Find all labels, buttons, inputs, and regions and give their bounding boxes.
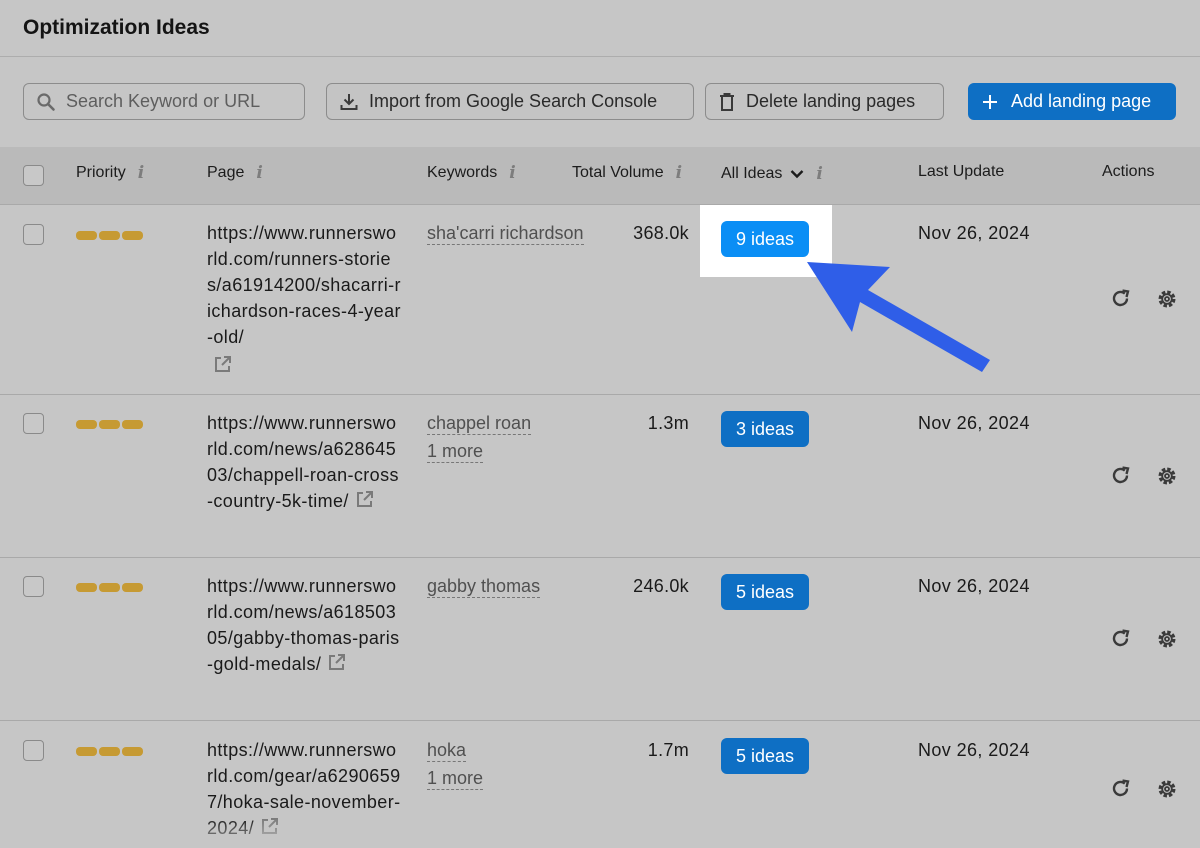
search-icon xyxy=(37,92,55,111)
gear-icon[interactable] xyxy=(1156,778,1178,800)
table-row: https://www.runnersworld.com/news/a62864… xyxy=(0,395,1200,558)
row-checkbox[interactable] xyxy=(23,413,44,434)
add-landing-page-button[interactable]: Add landing page xyxy=(968,83,1176,120)
column-volume-label: Total Volume xyxy=(572,164,664,181)
table-row: https://www.runnersworld.com/runners-sto… xyxy=(0,205,1200,395)
ideas-button[interactable]: 5 ideas xyxy=(721,574,809,610)
page-url[interactable]: https://www.runnersworld.com/news/a61850… xyxy=(207,576,400,674)
priority-indicator xyxy=(76,231,143,240)
total-volume: 246.0k xyxy=(633,576,689,596)
external-link-icon[interactable] xyxy=(327,652,347,672)
keywords-cell: hoka 1 more xyxy=(427,737,484,791)
info-icon[interactable]: i xyxy=(138,163,144,183)
import-button-label: Import from Google Search Console xyxy=(369,91,658,111)
download-icon xyxy=(340,93,358,110)
total-volume: 1.3m xyxy=(647,413,689,433)
column-actions: Actions xyxy=(1102,163,1154,181)
delete-landing-pages-button[interactable]: Delete landing pages xyxy=(705,83,944,120)
table-row: https://www.runnersworld.com/news/a61850… xyxy=(0,558,1200,721)
priority-indicator xyxy=(76,420,143,429)
refresh-icon[interactable] xyxy=(1110,628,1132,650)
title-bar: Optimization Ideas xyxy=(0,0,1200,57)
table-row: https://www.runnersworld.com/gear/a62906… xyxy=(0,721,1200,848)
delete-button-label: Delete landing pages xyxy=(746,91,916,111)
page-url-cell: https://www.runnersworld.com/news/a62864… xyxy=(207,410,402,514)
external-link-icon[interactable] xyxy=(355,489,375,509)
page-title: Optimization Ideas xyxy=(23,16,210,39)
refresh-icon[interactable] xyxy=(1110,778,1132,800)
more-keywords-link[interactable]: 1 more xyxy=(427,440,484,463)
keyword-link[interactable]: chappel roan xyxy=(427,412,532,435)
column-ideas-label: All Ideas xyxy=(721,165,783,182)
keyword-link[interactable]: sha'carri richardson xyxy=(427,222,584,245)
table-header: Priority i Page i Keywords i Total Volum… xyxy=(0,147,1200,205)
column-page[interactable]: Page i xyxy=(207,163,263,183)
trash-icon xyxy=(720,92,734,111)
info-icon[interactable]: i xyxy=(816,164,822,184)
ideas-button[interactable]: 3 ideas xyxy=(721,411,809,447)
column-priority[interactable]: Priority i xyxy=(76,163,144,183)
priority-indicator xyxy=(76,583,143,592)
toolbar: Import from Google Search Console Delete… xyxy=(0,57,1200,147)
bottom-fade xyxy=(200,818,400,848)
total-volume: 368.0k xyxy=(633,223,689,243)
gear-icon[interactable] xyxy=(1156,628,1178,650)
page-url-cell: https://www.runnersworld.com/news/a61850… xyxy=(207,573,402,677)
info-icon[interactable]: i xyxy=(676,163,682,183)
column-last-update-label: Last Update xyxy=(918,163,1005,180)
external-link-icon[interactable] xyxy=(213,354,233,374)
page-url[interactable]: https://www.runnersworld.com/runners-sto… xyxy=(207,223,401,347)
search-box[interactable] xyxy=(23,83,305,120)
total-volume: 1.7m xyxy=(647,740,689,760)
search-input[interactable] xyxy=(66,91,286,112)
column-page-label: Page xyxy=(207,164,245,181)
chevron-down-icon[interactable] xyxy=(790,169,804,179)
keyword-link[interactable]: gabby thomas xyxy=(427,575,541,598)
ideas-button[interactable]: 9 ideas xyxy=(721,221,809,257)
more-keywords-link[interactable]: 1 more xyxy=(427,767,484,790)
row-checkbox[interactable] xyxy=(23,224,44,245)
last-update-date: Nov 26, 2024 xyxy=(918,413,1030,433)
column-keywords-label: Keywords xyxy=(427,164,498,181)
last-update-date: Nov 26, 2024 xyxy=(918,740,1030,760)
gear-icon[interactable] xyxy=(1156,465,1178,487)
column-keywords[interactable]: Keywords i xyxy=(427,163,516,183)
keywords-cell: sha'carri richardson xyxy=(427,220,584,246)
ideas-button[interactable]: 5 ideas xyxy=(721,738,809,774)
last-update-date: Nov 26, 2024 xyxy=(918,576,1030,596)
add-button-label: Add landing page xyxy=(1011,91,1152,111)
column-total-volume[interactable]: Total Volume i xyxy=(572,163,682,183)
column-all-ideas-filter[interactable]: All Ideas i xyxy=(721,164,823,184)
refresh-icon[interactable] xyxy=(1110,288,1132,310)
info-icon[interactable]: i xyxy=(256,163,262,183)
priority-indicator xyxy=(76,747,143,756)
column-actions-label: Actions xyxy=(1102,163,1155,180)
row-checkbox[interactable] xyxy=(23,740,44,761)
page-url-cell: https://www.runnersworld.com/runners-sto… xyxy=(207,220,402,374)
info-icon[interactable]: i xyxy=(509,163,515,183)
row-checkbox[interactable] xyxy=(23,576,44,597)
import-gsc-button[interactable]: Import from Google Search Console xyxy=(326,83,694,120)
select-all-checkbox[interactable] xyxy=(23,165,44,186)
column-priority-label: Priority xyxy=(76,164,126,181)
plus-icon xyxy=(983,94,997,109)
column-last-update[interactable]: Last Update xyxy=(918,163,1004,181)
refresh-icon[interactable] xyxy=(1110,465,1132,487)
keywords-cell: chappel roan 1 more xyxy=(427,410,532,464)
keyword-link[interactable]: hoka xyxy=(427,739,467,762)
gear-icon[interactable] xyxy=(1156,288,1178,310)
last-update-date: Nov 26, 2024 xyxy=(918,223,1030,243)
keywords-cell: gabby thomas xyxy=(427,573,541,599)
